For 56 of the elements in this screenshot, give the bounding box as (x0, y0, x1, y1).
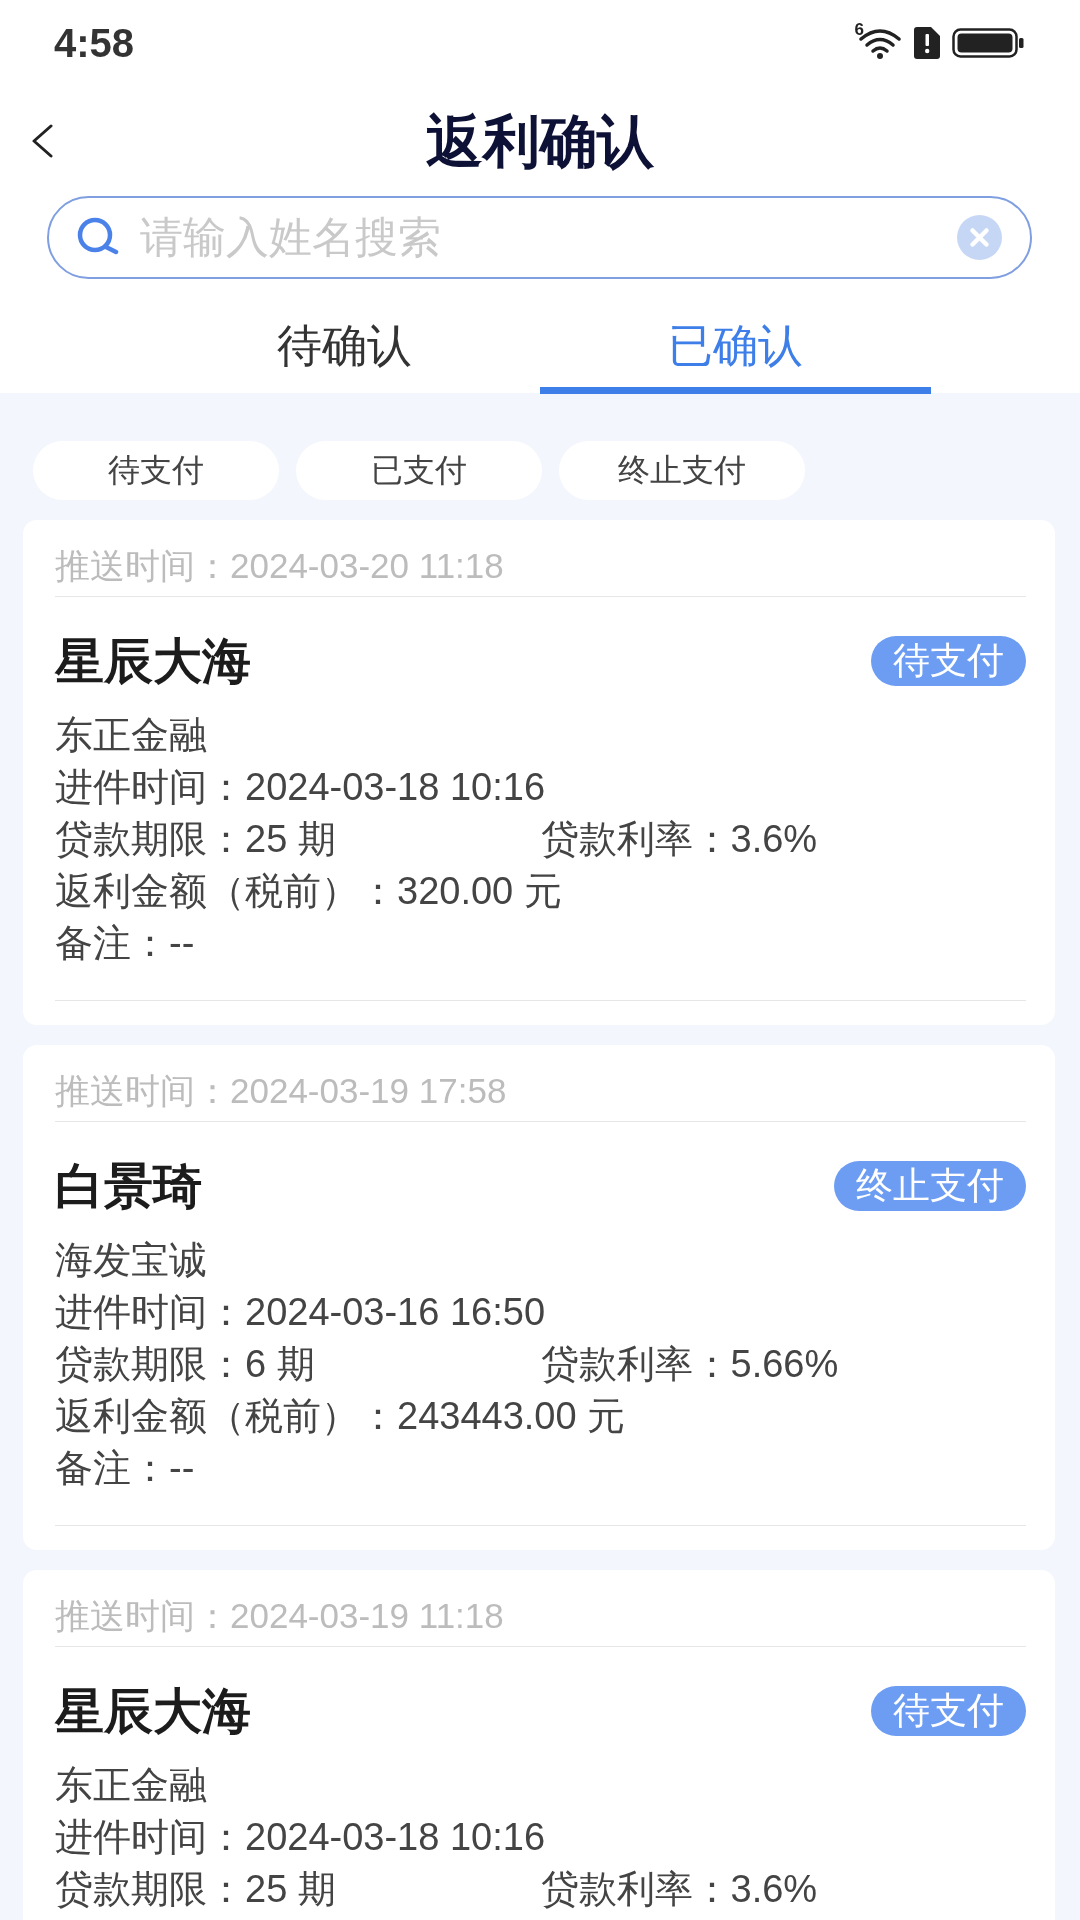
filter-chip[interactable]: 终止支付 (559, 441, 805, 500)
page-title: 返利确认 (426, 109, 654, 173)
field-label: 贷款利率： (540, 1868, 731, 1910)
field-label: 进件时间： (55, 1816, 245, 1858)
field-value: -- (169, 1447, 195, 1489)
push-time-value: 2024-03-20 11:18 (230, 546, 504, 585)
status-tag: 待支付 (871, 1686, 1026, 1736)
field-value: 243443.00 元 (397, 1395, 626, 1437)
field-value: 2024-03-16 16:50 (245, 1291, 546, 1333)
tab[interactable]: 已确认 (540, 279, 931, 394)
institution-name: 东正金融 (55, 713, 208, 758)
push-time-value: 2024-03-19 17:58 (230, 1071, 507, 1110)
field-value: 25 期 (245, 818, 336, 860)
status-tag: 终止支付 (834, 1161, 1026, 1211)
field-value: 320.00 元 (397, 870, 562, 912)
field-value: 2024-03-18 10:16 (245, 1816, 546, 1858)
field-label: 贷款期限： (55, 1868, 245, 1910)
field-label: 返利金额（税前）： (55, 870, 397, 912)
field-label: 贷款期限： (55, 1343, 245, 1385)
field-value: -- (169, 922, 195, 964)
field-label: 备注： (55, 922, 169, 964)
field-value: 2024-03-18 10:16 (245, 766, 546, 808)
field-value: 6 期 (245, 1343, 315, 1385)
push-time-value: 2024-03-19 11:18 (230, 1596, 504, 1635)
customer-name: 白景琦 (55, 1160, 202, 1212)
field-value: 5.66% (730, 1343, 839, 1385)
wifi-label: 6 (854, 21, 864, 38)
field-label: 进件时间： (55, 766, 245, 808)
push-time-label: 推送时间： (55, 546, 230, 585)
field-value: 25 期 (245, 1868, 336, 1910)
field-label: 进件时间： (55, 1291, 245, 1333)
push-time-label: 推送时间： (55, 1596, 230, 1635)
back-icon[interactable] (30, 124, 54, 158)
field-label: 备注： (55, 1447, 169, 1489)
institution-name: 东正金融 (55, 1763, 208, 1808)
push-time-label: 推送时间： (55, 1071, 230, 1110)
record-card[interactable]: 推送时间：2024-03-19 11:18 星辰大海 待支付 东正金融 进件时间：2024-03-18 10:16 贷款期限：25 期 贷款利率：3.6% (23, 1570, 1055, 1920)
status-tag: 待支付 (871, 636, 1026, 686)
sim-alert-icon (914, 27, 940, 59)
customer-name: 星辰大海 (55, 1685, 251, 1737)
filter-chip[interactable]: 已支付 (296, 441, 542, 500)
institution-name: 海发宝诚 (55, 1238, 208, 1283)
field-label: 贷款期限： (55, 818, 245, 860)
record-card[interactable]: 推送时间：2024-03-20 11:18 星辰大海 待支付 东正金融 进件时间：2024-03-18 10:16 贷款期限：25 期 贷款利率：3.6% 返利金额（税前）：320.00 元 备注：-- (23, 520, 1055, 1025)
record-card[interactable]: 推送时间：2024-03-19 17:58 白景琦 终止支付 海发宝诚 进件时间：2024-03-16 16:50 贷款期限：6 期 贷款利率：5.66% 返利金额（税前）：243443.00 元 备注：-- (23, 1045, 1055, 1550)
status-time: 4:58 (54, 23, 135, 63)
customer-name: 星辰大海 (55, 635, 251, 687)
field-label: 贷款利率： (540, 818, 731, 860)
field-label: 返利金额（税前）： (55, 1395, 397, 1437)
field-label: 贷款利率： (540, 1343, 731, 1385)
battery-icon (952, 28, 1024, 58)
field-value: 3.6% (730, 818, 818, 860)
search-icon (76, 217, 120, 255)
filter-chip[interactable]: 待支付 (33, 441, 279, 500)
tab[interactable]: 待确认 (149, 279, 540, 394)
field-value: 3.6% (730, 1868, 818, 1910)
